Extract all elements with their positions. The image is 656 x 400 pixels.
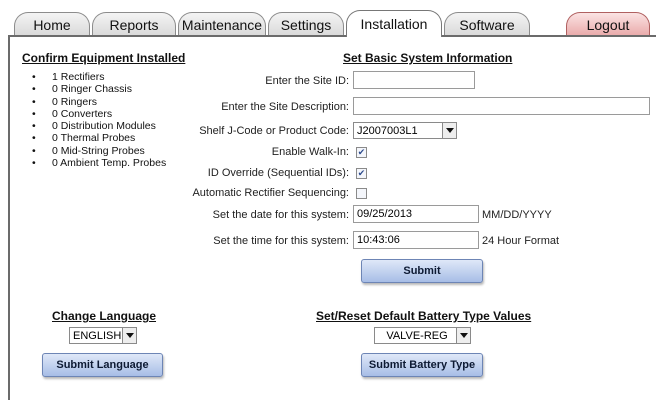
language-value: ENGLISH [73, 329, 122, 342]
tab-logout[interactable]: Logout [566, 12, 650, 36]
list-item: 0 Thermal Probes [32, 132, 166, 145]
battery-type-value: VALVE-REG [386, 329, 448, 342]
auto-sequencing-label: Automatic Rectifier Sequencing: [192, 187, 349, 199]
submit-button[interactable]: Submit [361, 259, 483, 283]
shelf-code-value: J2007003L1 [357, 124, 418, 137]
date-format-hint: MM/DD/YYYY [482, 209, 552, 221]
list-item: 0 Converters [32, 108, 166, 121]
installation-panel: Confirm Equipment Installed 1 Rectifiers… [8, 35, 656, 400]
language-title: Change Language [52, 309, 157, 323]
system-info-title: Set Basic System Information [343, 51, 513, 65]
tab-reports[interactable]: Reports [92, 12, 176, 36]
site-id-input[interactable] [353, 71, 475, 89]
submit-battery-type-button[interactable]: Submit Battery Type [361, 353, 483, 377]
time-label: Set the time for this system: [213, 235, 349, 247]
tab-settings[interactable]: Settings [268, 12, 344, 36]
list-item: 1 Rectifiers [32, 71, 166, 84]
tab-bar: Home Reports Maintenance Settings Instal… [0, 0, 656, 37]
tab-software[interactable]: Software [444, 12, 530, 36]
time-input[interactable] [353, 231, 479, 249]
battery-type-select[interactable]: VALVE-REG [374, 327, 471, 344]
date-input[interactable] [353, 205, 479, 223]
tab-maintenance[interactable]: Maintenance [178, 12, 266, 36]
site-id-label: Enter the Site ID: [265, 75, 349, 87]
equipment-list: 1 Rectifiers 0 Ringer Chassis 0 Ringers … [32, 71, 166, 170]
id-override-label: ID Override (Sequential IDs): [207, 167, 349, 179]
time-format-hint: 24 Hour Format [482, 235, 560, 247]
language-select[interactable]: ENGLISH [69, 327, 137, 344]
chevron-down-icon[interactable] [456, 328, 470, 343]
shelf-code-select[interactable]: J2007003L1 [353, 122, 457, 139]
list-item: 0 Ringers [32, 96, 166, 109]
submit-language-button[interactable]: Submit Language [42, 353, 163, 377]
list-item: 0 Distribution Modules [32, 120, 166, 133]
chevron-down-icon[interactable] [122, 328, 136, 343]
tab-installation[interactable]: Installation [346, 10, 442, 37]
list-item: 0 Mid-String Probes [32, 145, 166, 158]
list-item: 0 Ambient Temp. Probes [32, 157, 166, 170]
walk-in-checkbox[interactable]: ✔ [356, 147, 367, 158]
id-override-checkbox[interactable]: ✔ [356, 168, 367, 179]
equipment-title: Confirm Equipment Installed [22, 51, 186, 65]
site-description-label: Enter the Site Description: [221, 101, 349, 113]
tab-home[interactable]: Home [14, 12, 90, 36]
battery-type-title: Set/Reset Default Battery Type Values [316, 309, 532, 323]
shelf-code-label: Shelf J-Code or Product Code: [199, 125, 349, 137]
walk-in-label: Enable Walk-In: [271, 146, 349, 158]
site-description-input[interactable] [353, 97, 650, 115]
auto-sequencing-checkbox[interactable] [356, 188, 367, 199]
date-label: Set the date for this system: [212, 209, 349, 221]
chevron-down-icon[interactable] [442, 123, 456, 138]
list-item: 0 Ringer Chassis [32, 83, 166, 96]
